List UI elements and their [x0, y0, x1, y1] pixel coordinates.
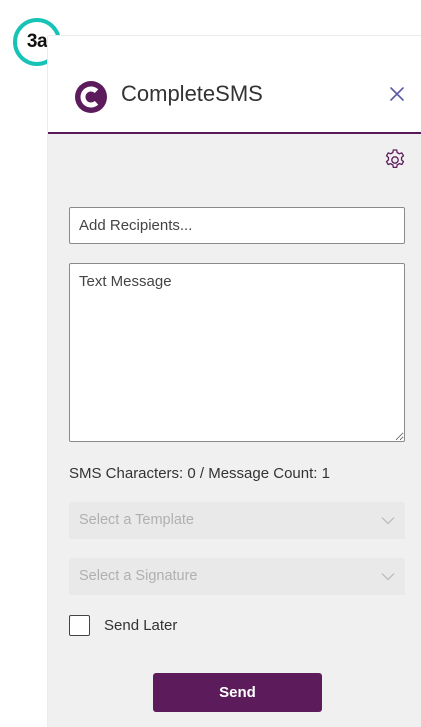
template-select-text: Select a Template: [79, 512, 194, 528]
chevron-down-icon: [381, 517, 395, 525]
app-title: CompleteSMS: [121, 81, 263, 106]
send-later-label: Send Later: [104, 617, 178, 634]
message-textarea[interactable]: [69, 263, 405, 442]
send-later-checkbox[interactable]: [69, 615, 90, 636]
pane-header: CompleteSMS: [48, 36, 421, 134]
gear-icon[interactable]: [383, 148, 407, 172]
page: 3a CompleteSMS SMS Characters: 0 / Messa…: [0, 0, 421, 727]
completesms-logo-icon: [75, 81, 107, 113]
signature-select-text: Select a Signature: [79, 568, 198, 584]
chevron-down-icon: [381, 573, 395, 581]
sms-character-count: SMS Characters: 0 / Message Count: 1: [69, 465, 330, 482]
template-select[interactable]: Select a Template: [69, 502, 405, 539]
close-icon[interactable]: [387, 84, 407, 104]
send-button[interactable]: Send: [153, 673, 322, 712]
recipients-input[interactable]: [69, 207, 405, 244]
signature-select[interactable]: Select a Signature: [69, 558, 405, 595]
pane-body: SMS Characters: 0 / Message Count: 1 Sel…: [48, 134, 421, 727]
